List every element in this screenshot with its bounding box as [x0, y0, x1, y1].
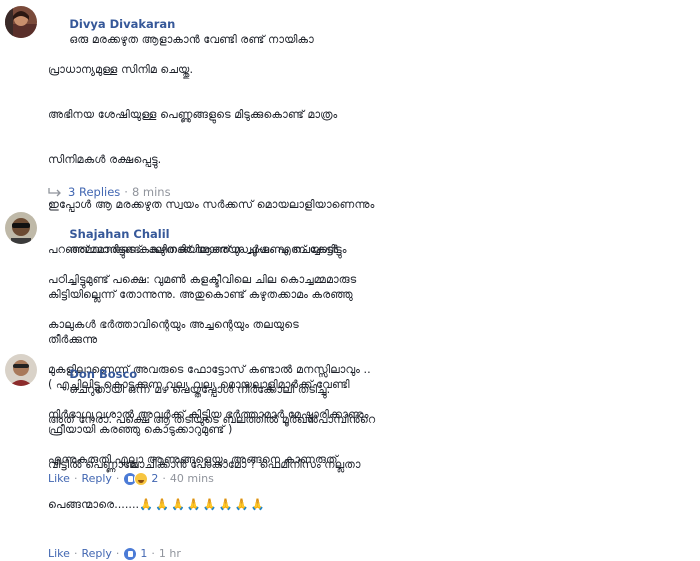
like-reaction-icon — [123, 546, 138, 561]
reaction-count[interactable]: 1 — [140, 546, 147, 561]
comment-text-line: പ്രാധാന്യമുള്ള സിനിമ ചെയ്തു. — [48, 63, 194, 76]
comment-text-line: ഇപ്പോൾ ആ മരക്കഴുത സ്വയം സർക്കസ് മൊയലാളിയ… — [48, 198, 375, 211]
separator-dot: · — [151, 547, 155, 560]
avatar[interactable] — [5, 6, 37, 38]
replies-count[interactable]: 3 Replies — [68, 185, 120, 199]
comment-text-line: ചെറുതായി ഒന്ന് മഴ പെയ്തപ്പോൾ നീർക്കോലി ത… — [69, 383, 331, 396]
comment-text-line: അത് നേരാ. പക്ഷെ ആ തടിയുടെ ബലത്തിൽ മൂർഖൻപ… — [48, 413, 376, 426]
reply-button[interactable]: Reply — [81, 546, 111, 561]
replies-timestamp: 8 mins — [131, 185, 171, 199]
like-button[interactable]: Like — [48, 546, 70, 561]
reply-arrow-icon — [48, 188, 61, 197]
comment-author[interactable]: Shajahan Chalil — [69, 227, 169, 241]
comment-text-line: വീട്ടിൽ പെണ്ണാലോചിക്കാൻ പോകാമോ ? ഫെമിനിസ… — [48, 458, 361, 471]
separator-dot: · — [124, 185, 128, 199]
comment-author[interactable]: Don Bosco — [69, 367, 137, 381]
comment-timestamp[interactable]: 1 hr — [159, 546, 181, 561]
comment-text-line: അഭിനയ ശേഷിയുള്ള പെണ്ണുങ്ങളുടെ മിടുക്കുകൊ… — [48, 108, 338, 121]
comment-text-line: സിനിമകൾ രക്ഷപ്പെട്ടു. — [48, 153, 162, 166]
comment-text-line: അമ്മമാരുടെ കാലിനടിയിലാണ് സ്വർഗം എന്ന് കേ… — [69, 243, 347, 256]
comment-author[interactable]: Divya Divakaran — [69, 17, 175, 31]
comment-actions: Like · Reply · 1 · 1 hr — [48, 546, 692, 561]
reactions-summary[interactable] — [123, 546, 138, 561]
comment-text-line: കാലുകൾ ഭർത്താവിന്റെയും അച്ചന്റെയും തലയുട… — [48, 318, 299, 331]
avatar[interactable] — [5, 354, 37, 386]
comment-text-line: ഒരു മരക്കഴുത ആളാകാൻ വേണ്ടി രണ്ട് നായികാ — [69, 33, 314, 46]
separator-dot: · — [115, 547, 120, 560]
view-replies-link[interactable]: 3 Replies · 8 mins — [48, 185, 171, 199]
comment-text-line: പഠിച്ചിട്ടുമുണ്ട് പക്ഷെ: വുമൺ കളക്ടീവിലെ… — [48, 273, 357, 286]
avatar[interactable] — [5, 212, 37, 244]
separator-dot: · — [73, 547, 78, 560]
